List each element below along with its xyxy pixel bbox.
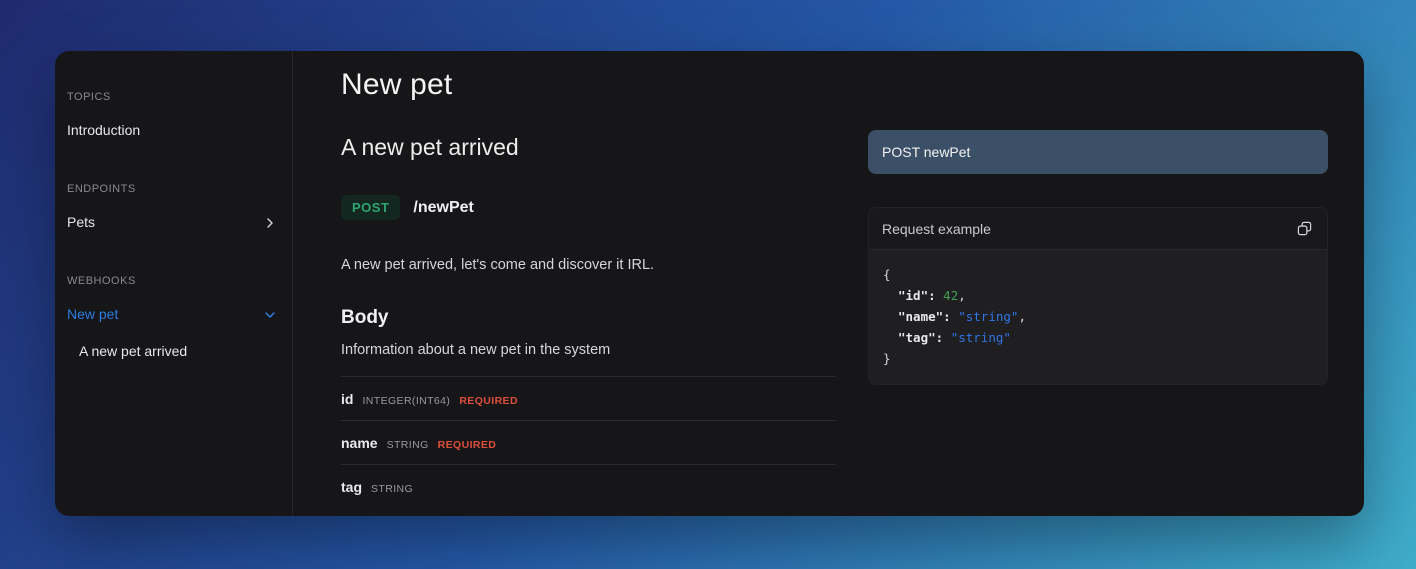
sidebar-heading-topics: TOPICS <box>67 91 111 103</box>
field-row-id: id INTEGER(INT64) REQUIRED <box>341 376 836 420</box>
endpoint-path: /newPet <box>413 198 474 216</box>
request-example-card: Request example { "id": 42, "name": "str… <box>868 207 1328 385</box>
endpoint: POST /newPet <box>341 194 836 221</box>
docs-column: New pet A new pet arrived POST /newPet A… <box>341 68 836 516</box>
sidebar-item-label: A new pet arrived <box>79 343 188 359</box>
field-required-badge: REQUIRED <box>437 439 497 451</box>
body-fields-list: id INTEGER(INT64) REQUIRED name STRING R… <box>341 376 836 508</box>
sidebar-item-pets[interactable]: Pets <box>67 214 276 231</box>
field-name: tag <box>341 479 362 495</box>
code-line: "name": "string", <box>898 309 1026 324</box>
copy-icon <box>1297 221 1312 236</box>
code-line: { <box>883 267 891 282</box>
sidebar-heading-webhooks: WEBHOOKS <box>67 275 136 287</box>
sidebar-item-new-pet[interactable]: New pet <box>67 306 276 323</box>
code-line: "tag": "string" <box>898 330 1011 345</box>
field-row-tag: tag STRING <box>341 464 836 508</box>
request-example-header: Request example <box>869 208 1327 250</box>
operation-description: A new pet arrived, let's come and discov… <box>341 257 655 273</box>
request-example-code: { "id": 42, "name": "string", "tag": "st… <box>869 250 1327 384</box>
body-heading: Body <box>341 307 389 328</box>
code-line: } <box>883 351 891 366</box>
sidebar: TOPICS Introduction ENDPOINTS Pets WEBHO… <box>55 51 293 516</box>
sidebar-item-label: New pet <box>67 306 119 322</box>
operation-title: A new pet arrived <box>341 134 519 160</box>
sidebar-item-label: Pets <box>67 214 96 230</box>
sidebar-item-label: Introduction <box>67 122 141 138</box>
copy-button[interactable] <box>1295 219 1314 238</box>
field-required-badge: REQUIRED <box>459 395 518 407</box>
page-title: New pet <box>341 68 453 101</box>
request-example-title: Request example <box>882 220 991 237</box>
field-type: STRING <box>386 439 429 451</box>
sidebar-item-a-new-pet-arrived[interactable]: A new pet arrived <box>67 343 276 360</box>
chevron-right-icon <box>264 217 276 229</box>
example-column: POST newPet Request example { "id": 42, <box>868 68 1328 516</box>
code-line: "id": 42, <box>898 288 966 303</box>
field-type: STRING <box>371 483 414 495</box>
sidebar-item-introduction[interactable]: Introduction <box>67 122 276 139</box>
sidebar-heading-endpoints: ENDPOINTS <box>67 183 136 195</box>
endpoint-selector-label: POST newPet <box>882 144 971 160</box>
endpoint-selector-button[interactable]: POST newPet <box>868 130 1328 174</box>
chevron-down-icon <box>264 309 276 321</box>
field-type: INTEGER(INT64) <box>362 395 451 407</box>
api-docs-card: TOPICS Introduction ENDPOINTS Pets WEBHO… <box>55 51 1364 516</box>
field-row-name: name STRING REQUIRED <box>341 420 836 464</box>
http-method-badge: POST <box>341 195 401 220</box>
main-content: New pet A new pet arrived POST /newPet A… <box>293 51 1364 516</box>
body-description: Information about a new pet in the syste… <box>341 342 611 358</box>
field-name: name <box>341 435 378 451</box>
field-name: id <box>341 391 354 407</box>
